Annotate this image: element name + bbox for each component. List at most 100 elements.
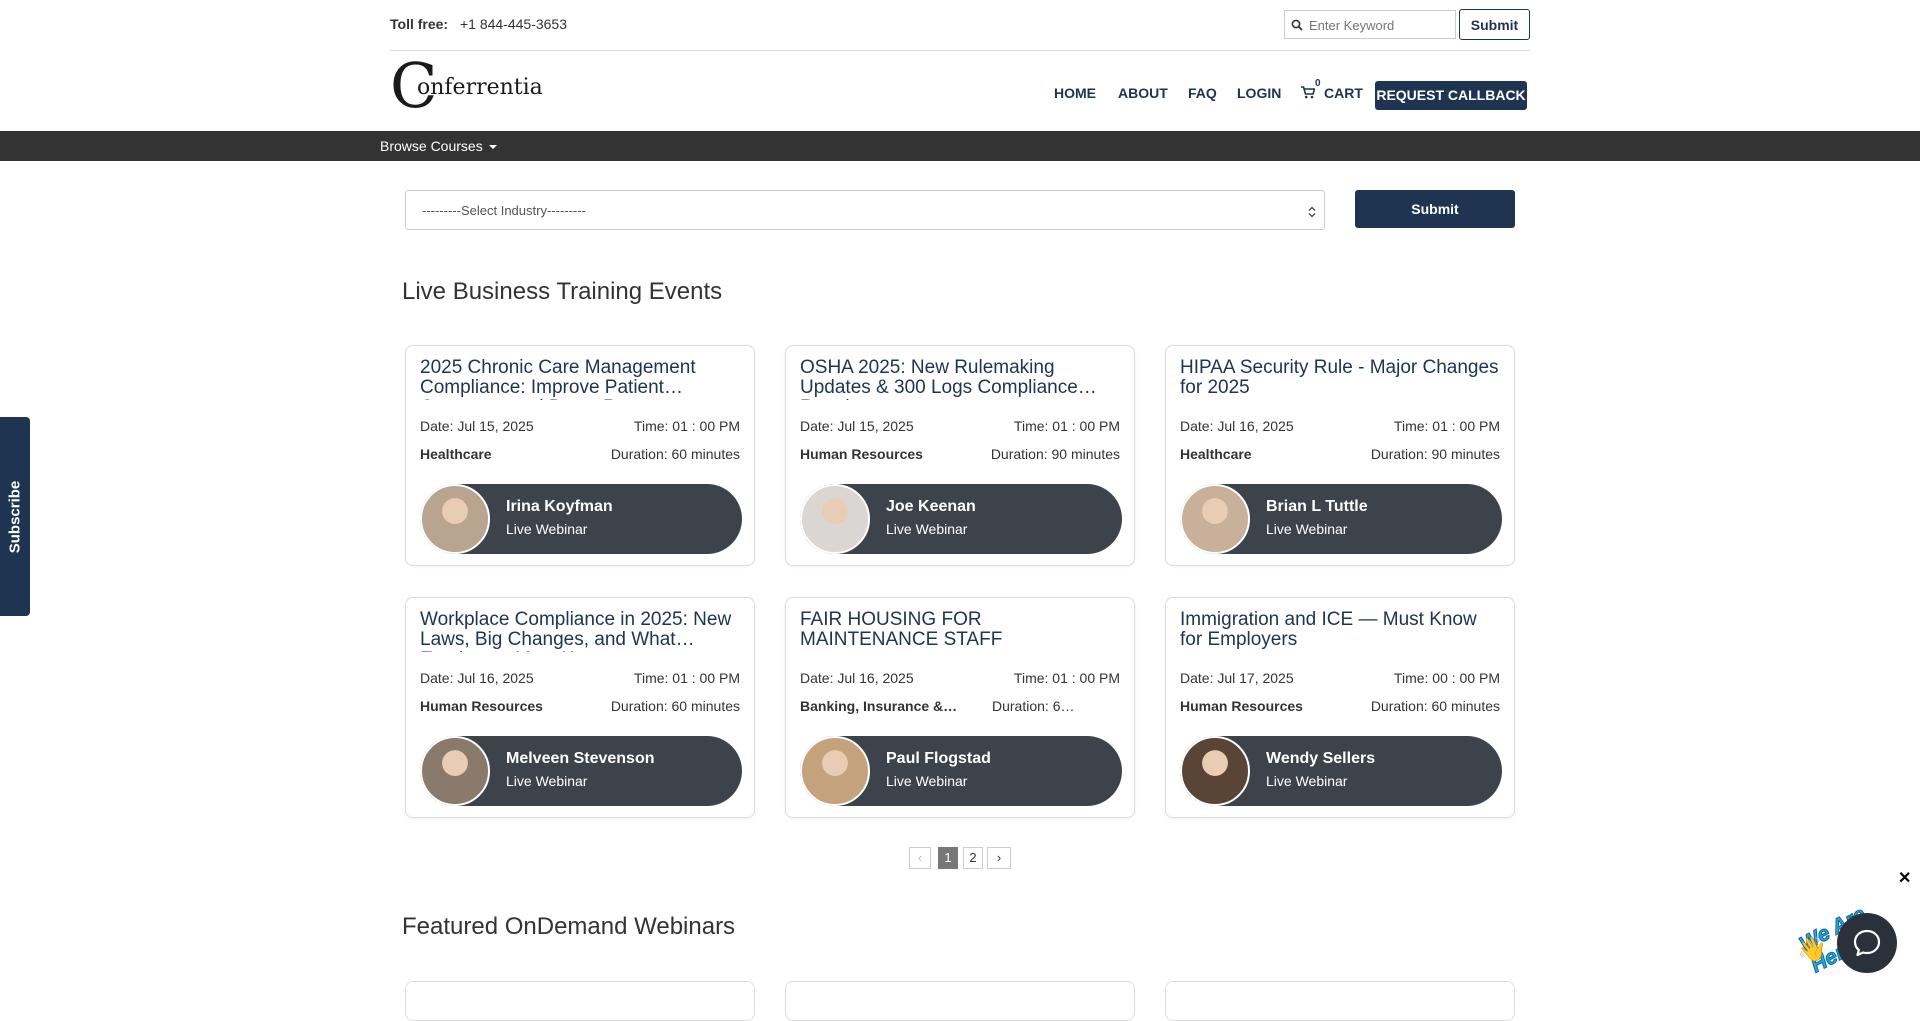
- waving-hand-icon: 👋: [1797, 936, 1827, 963]
- speaker-pill[interactable]: Brian L Tuttle Live Webinar: [1180, 484, 1502, 554]
- industry-select-value: ---------Select Industry---------: [422, 203, 586, 218]
- nav-faq[interactable]: FAQ: [1188, 85, 1217, 101]
- event-date: Date: Jul 15, 2025: [800, 418, 914, 434]
- avatar: [420, 736, 490, 806]
- speaker-pill[interactable]: Wendy Sellers Live Webinar: [1180, 736, 1502, 806]
- speaker-pill[interactable]: Joe Keenan Live Webinar: [800, 484, 1122, 554]
- avatar: [1180, 484, 1250, 554]
- avatar: [800, 736, 870, 806]
- event-time: Time: 01 : 00 PM: [633, 418, 740, 434]
- toll-free-number[interactable]: +1 844-445-3653: [460, 16, 567, 32]
- event-date: Date: Jul 16, 2025: [420, 670, 534, 686]
- speaker-pill[interactable]: Irina Koyfman Live Webinar: [420, 484, 742, 554]
- browse-courses-dropdown[interactable]: Browse Courses: [380, 138, 497, 154]
- browse-bar: Browse Courses: [0, 131, 1920, 161]
- speaker-name: Irina Koyfman: [506, 498, 613, 515]
- event-industry: Human Resources: [1180, 698, 1303, 714]
- avatar: [1180, 736, 1250, 806]
- section-title-live: Live Business Training Events: [402, 278, 723, 305]
- event-card[interactable]: HIPAA Security Rule - Major Changes for …: [1165, 345, 1515, 566]
- toll-free-label: Toll free:: [390, 16, 449, 32]
- speaker-pill[interactable]: Paul Flogstad Live Webinar: [800, 736, 1122, 806]
- event-time: Time: 01 : 00 PM: [1013, 418, 1120, 434]
- event-title[interactable]: OSHA 2025: New Rulemaking Updates & 300 …: [800, 358, 1122, 400]
- industry-select[interactable]: ---------Select Industry---------: [405, 190, 1325, 230]
- event-type: Live Webinar: [506, 521, 588, 537]
- event-type: Live Webinar: [886, 773, 968, 789]
- event-type: Live Webinar: [886, 521, 968, 537]
- toll-free: Toll free: +1 844-445-3653: [390, 16, 567, 32]
- request-callback-button[interactable]: REQUEST CALLBACK: [1375, 81, 1527, 110]
- ondemand-card[interactable]: [785, 981, 1135, 1021]
- event-time: Time: 01 : 00 PM: [1393, 418, 1500, 434]
- event-duration: Duration: 90 minutes: [990, 446, 1120, 462]
- event-time: Time: 01 : 00 PM: [1013, 670, 1120, 686]
- event-date: Date: Jul 16, 2025: [800, 670, 914, 686]
- filter-submit-button[interactable]: Submit: [1355, 190, 1515, 228]
- search-icon: [1291, 18, 1303, 36]
- event-title[interactable]: HIPAA Security Rule - Major Changes for …: [1180, 358, 1502, 400]
- avatar: [420, 484, 490, 554]
- speaker-name: Brian L Tuttle: [1266, 498, 1368, 515]
- nav-home[interactable]: HOME: [1054, 85, 1096, 101]
- cart-icon[interactable]: [1301, 86, 1316, 104]
- chevron-updown-icon: [1308, 205, 1316, 223]
- event-industry: Healthcare: [420, 446, 492, 462]
- caret-down-icon: [488, 145, 497, 150]
- event-industry: Banking, Insurance & Finance: [800, 698, 960, 714]
- event-duration: Duration: 90 minutes: [1370, 446, 1500, 462]
- speaker-name: Melveen Stevenson: [506, 750, 655, 767]
- event-title[interactable]: Workplace Compliance in 2025: New Laws, …: [420, 610, 742, 652]
- subscribe-tab[interactable]: Subscribe: [0, 417, 30, 616]
- logo-text: onferrentia: [417, 75, 543, 100]
- event-card[interactable]: OSHA 2025: New Rulemaking Updates & 300 …: [785, 345, 1135, 566]
- speaker-name: Wendy Sellers: [1266, 750, 1376, 767]
- speaker-name: Joe Keenan: [886, 498, 976, 515]
- event-card[interactable]: Immigration and ICE — Must Know for Empl…: [1165, 597, 1515, 818]
- event-duration: Duration: 60 minutes: [610, 698, 740, 714]
- pagination-prev[interactable]: ‹: [909, 847, 931, 869]
- browse-courses-label: Browse Courses: [380, 138, 483, 154]
- event-time: Time: 01 : 00 PM: [633, 670, 740, 686]
- avatar: [800, 484, 870, 554]
- subscribe-label: Subscribe: [6, 480, 24, 553]
- nav-login[interactable]: LOGIN: [1237, 85, 1281, 101]
- event-type: Live Webinar: [1266, 773, 1348, 789]
- ondemand-card[interactable]: [1165, 981, 1515, 1021]
- event-duration: Duration: 60 minutes: [1370, 698, 1500, 714]
- chat-bubble-icon: [1853, 929, 1881, 957]
- pagination-page-2[interactable]: 2: [963, 847, 983, 869]
- event-card[interactable]: Workplace Compliance in 2025: New Laws, …: [405, 597, 755, 818]
- cart-count-badge: 0: [1315, 78, 1321, 89]
- event-date: Date: Jul 16, 2025: [1180, 418, 1294, 434]
- event-duration: Duration: 60 minutes: [610, 446, 740, 462]
- event-industry: Human Resources: [800, 446, 923, 462]
- event-industry: Human Resources: [420, 698, 543, 714]
- event-date: Date: Jul 15, 2025: [420, 418, 534, 434]
- ondemand-card[interactable]: [405, 981, 755, 1021]
- search-submit-button[interactable]: Submit: [1459, 9, 1530, 40]
- event-title[interactable]: FAIR HOUSING FOR MAINTENANCE STAFF: [800, 610, 1122, 652]
- speaker-name: Paul Flogstad: [886, 750, 991, 767]
- event-type: Live Webinar: [506, 773, 588, 789]
- search-box: [1284, 10, 1456, 39]
- nav-about[interactable]: ABOUT: [1118, 85, 1168, 101]
- search-input[interactable]: [1307, 14, 1452, 36]
- pagination-page-1[interactable]: 1: [938, 847, 958, 869]
- logo[interactable]: C onferrentia: [390, 55, 560, 117]
- event-date: Date: Jul 17, 2025: [1180, 670, 1294, 686]
- section-title-ondemand: Featured OnDemand Webinars: [402, 913, 736, 940]
- nav-cart[interactable]: CART: [1324, 85, 1363, 101]
- event-title[interactable]: Immigration and ICE — Must Know for Empl…: [1180, 610, 1502, 652]
- event-type: Live Webinar: [1266, 521, 1348, 537]
- event-card[interactable]: 2025 Chronic Care Management Compliance:…: [405, 345, 755, 566]
- chat-button[interactable]: [1837, 913, 1897, 973]
- top-bar: Toll free: +1 844-445-3653 Submit: [390, 0, 1530, 51]
- speaker-pill[interactable]: Melveen Stevenson Live Webinar: [420, 736, 742, 806]
- event-card[interactable]: FAIR HOUSING FOR MAINTENANCE STAFF Date:…: [785, 597, 1135, 818]
- event-time: Time: 00 : 00 PM: [1393, 670, 1500, 686]
- event-duration: Duration: 60 minutes: [992, 698, 1082, 714]
- event-title[interactable]: 2025 Chronic Care Management Compliance:…: [420, 358, 742, 400]
- event-industry: Healthcare: [1180, 446, 1252, 462]
- pagination-next[interactable]: ›: [987, 847, 1011, 869]
